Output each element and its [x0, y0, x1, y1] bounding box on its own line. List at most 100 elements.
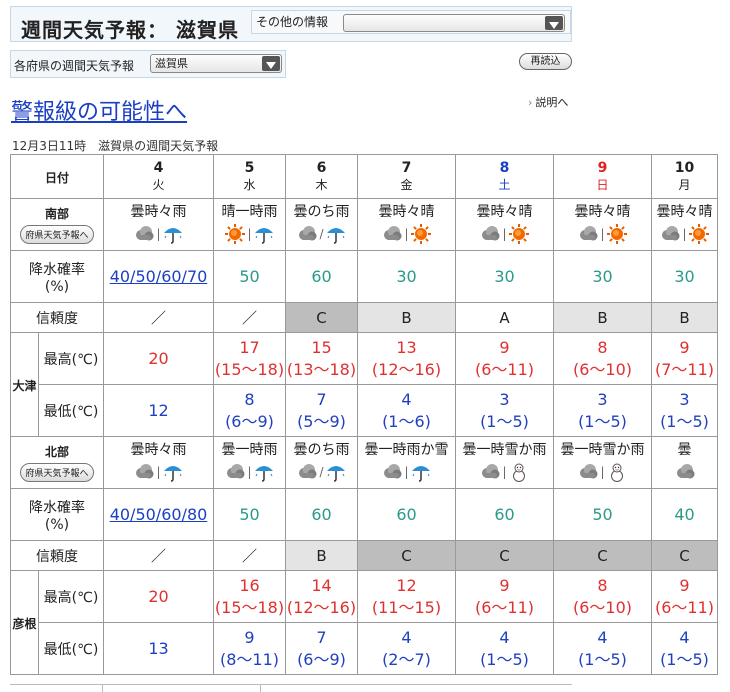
weather-cell: 曇一時雨 |: [213, 436, 286, 489]
date-header-row: 日付 4 火 5 水 6 木 7 金 8 土 9 日 10 月: [10, 154, 718, 199]
day-weekday: 日: [596, 178, 609, 192]
day-header-cell: 9日: [553, 154, 652, 199]
high-temp-cell: 8 (6〜10): [553, 332, 652, 385]
reliability-cell: B: [285, 540, 358, 571]
reliability-cell: B: [651, 302, 718, 333]
rain-prob-cell: 30: [553, 250, 652, 303]
weather-text: 曇時々晴: [476, 203, 533, 220]
icon-separator: |: [247, 226, 252, 241]
day-weekday: 木: [315, 178, 328, 192]
warning-possibility-link[interactable]: 警報級の可能性へ: [11, 94, 187, 126]
high-temp-cell: 9 (7〜11): [651, 332, 718, 385]
rain-prob-cell: 50: [553, 488, 652, 541]
day-weekday: 水: [243, 178, 256, 192]
weather-cell: 曇一時雪か雨 |: [455, 436, 554, 489]
high-temp-range: (6〜11): [474, 597, 535, 617]
high-temp-cell: 12 (11〜15): [357, 570, 456, 623]
icon-separator: |: [156, 226, 161, 241]
cloud-icon: [136, 225, 154, 240]
city-cell: 大津: [10, 332, 39, 437]
weekly-forecast-table: 日付 4 火 5 水 6 木 7 金 8 土 9 日 10 月南部 府県天気予報へ 曇時々雨 | 晴一時雨 | 曇のち雨…: [10, 154, 718, 675]
icon-separator: |: [247, 464, 252, 479]
cloud-icon: [482, 463, 500, 478]
reliability-value: B: [316, 546, 327, 565]
high-temp-range: (15〜18): [214, 359, 285, 379]
low-temp-value: 9: [244, 627, 255, 647]
low-temp-range: (8〜11): [219, 649, 280, 669]
weather-icons: /: [296, 461, 346, 483]
rain-prob-cell: 60: [455, 488, 554, 541]
low-temp-value: 3: [679, 389, 690, 409]
icon-separator: |: [404, 226, 409, 241]
pref-select-label: 各府県の週間天気予報: [14, 59, 135, 73]
weather-text: 曇時々雨: [130, 203, 187, 220]
rain-prob-value: 30: [396, 267, 417, 286]
rain-prob-detail-link[interactable]: 40/50/60/70: [110, 267, 208, 286]
sun-icon: [688, 223, 709, 244]
rain-prob-detail-link[interactable]: 40/50/60/80: [110, 505, 208, 524]
low-temp-cell: 13: [103, 622, 214, 675]
high-temp-range: (6〜11): [654, 597, 715, 617]
high-temp-range: (12〜16): [371, 359, 442, 379]
cloud-icon: [136, 463, 154, 478]
pref-forecast-button[interactable]: 府県天気予報へ: [20, 225, 94, 244]
weather-icons: |: [133, 461, 183, 483]
reliability-cell: C: [455, 540, 554, 571]
day-weekday: 土: [498, 178, 511, 192]
reliability-cell: B: [357, 302, 456, 333]
high-temp-value: 12: [396, 575, 417, 595]
day-header-cell: 6木: [285, 154, 358, 199]
low-temp-range: (1〜5): [578, 411, 627, 431]
reliability-value: B: [401, 308, 412, 327]
pref-select-value: 滋賀県: [155, 57, 188, 70]
low-temp-cell: 7 (5〜9): [285, 384, 358, 437]
pref-forecast-button[interactable]: 府県天気予報へ: [20, 463, 94, 482]
explanation-link[interactable]: 説明へ: [528, 94, 568, 110]
reliability-value: ／: [150, 309, 166, 327]
weather-text: 曇時々晴: [378, 203, 435, 220]
reliability-value: B: [597, 308, 608, 327]
umbrella-icon: [326, 227, 345, 244]
rain-prob-row: 降水確率 (%) 40/50/60/80 50 60 60 60 50 40: [10, 488, 718, 541]
low-temp-range: (1〜5): [480, 411, 529, 431]
city-name: 彦根: [12, 617, 37, 631]
rain-prob-unit: (%): [44, 278, 70, 295]
sun-icon: [508, 223, 529, 244]
low-temp-range: (6〜9): [297, 649, 346, 669]
high-temp-range: (13〜18): [286, 359, 357, 379]
weather-icons: |: [224, 461, 274, 483]
reload-button[interactable]: 再読込: [519, 53, 572, 70]
weather-cell: 曇時々雨 |: [103, 436, 214, 489]
icon-separator: |: [600, 226, 605, 241]
rain-prob-label-cell: 降水確率 (%): [10, 488, 104, 541]
high-temp-range: (6〜11): [474, 359, 535, 379]
low-temp-range: (2〜7): [382, 649, 431, 669]
reliability-value: C: [679, 546, 690, 565]
low-temp-cell: 12: [103, 384, 214, 437]
day-number: 9: [597, 160, 608, 176]
weather-text: 曇時々晴: [656, 203, 713, 220]
reliability-value: ／: [241, 309, 257, 327]
weather-icons: |: [577, 461, 627, 483]
umbrella-icon: [254, 465, 273, 482]
rain-prob-value: 60: [311, 267, 332, 286]
rain-prob-value: 30: [674, 267, 695, 286]
reliability-label-cell: 信頼度: [10, 302, 104, 333]
reliability-cell: C: [651, 540, 718, 571]
high-temp-range: (6〜10): [572, 597, 633, 617]
high-temp-cell: 9 (6〜11): [455, 332, 554, 385]
high-temp-cell: 9 (6〜11): [455, 570, 554, 623]
reliability-cell: B: [553, 302, 652, 333]
weather-cell: 曇: [651, 436, 718, 489]
rain-prob-cell: 60: [285, 250, 358, 303]
reliability-cell: ／: [213, 540, 286, 571]
pref-select[interactable]: 滋賀県: [150, 54, 282, 73]
low-temp-value: 7: [316, 627, 327, 647]
rain-prob-cell: 50: [213, 250, 286, 303]
high-temp-cell: 14 (12〜16): [285, 570, 358, 623]
low-temp-cell: 8 (6〜9): [213, 384, 286, 437]
reliability-cell: C: [357, 540, 456, 571]
high-temp-value: 13: [396, 337, 417, 357]
other-info-select[interactable]: [343, 14, 565, 32]
cloud-icon: [580, 463, 598, 478]
